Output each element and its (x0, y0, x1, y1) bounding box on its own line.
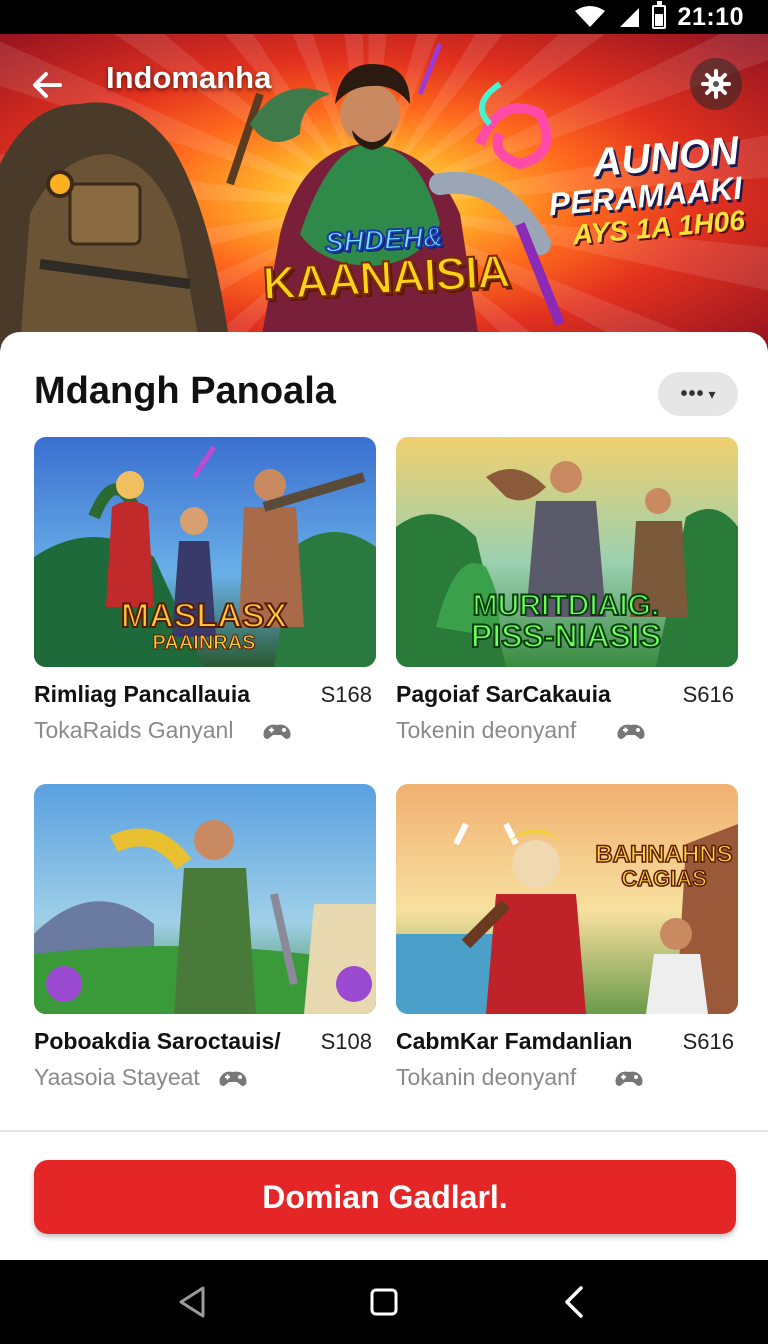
back-arrow-icon (33, 72, 62, 98)
controller-icon (263, 724, 291, 739)
controller-icon (615, 1071, 643, 1086)
card-art-title-line-1: MASLASX (121, 597, 288, 635)
logo-line-2: KAANAISIA (261, 244, 512, 311)
game-card-price: S168 (320, 682, 372, 707)
card-art-title-line-2: PISS-NIASIS (471, 618, 661, 654)
back-button[interactable] (24, 62, 70, 108)
game-card[interactable]: MASLASX PAAINRAS Rimliag Pancallauia S16… (34, 437, 376, 757)
game-card-image[interactable]: MURITDIAIG. PISS-NIASIS (396, 437, 738, 667)
primary-action-button[interactable]: Domian Gadlarl. (34, 1160, 736, 1234)
gear-icon (701, 69, 731, 99)
promo-text: AUNON PERAMAAKI AYS 1A 1H06 (544, 129, 746, 251)
signal-icon (619, 8, 639, 27)
battery-icon (651, 1, 666, 29)
game-card[interactable]: MURITDIAIG. PISS-NIASIS Pagoiaf SarCakau… (396, 437, 738, 757)
game-card-subtitle: Tokenin deonyanf (396, 717, 577, 743)
game-card-price: S616 (682, 1029, 734, 1054)
more-dots-icon: ••• (680, 382, 705, 405)
game-card-subtitle: Yaasoia Stayeat (34, 1064, 200, 1090)
game-card[interactable]: Poboakdia Saroctauis/ S108 Yaasoia Staye… (34, 784, 376, 1104)
game-card-subtitle: TokaRaids Ganyanl (34, 717, 234, 743)
chevron-down-icon: ▾ (708, 385, 716, 402)
nav-home-button[interactable] (364, 1282, 404, 1322)
wifi-icon (574, 6, 605, 27)
hero-banner[interactable]: Indomanha SHDEH& KAANAISIA AUNON PERAMAA… (0, 34, 768, 346)
nav-back-icon (179, 1286, 205, 1318)
game-card[interactable]: BAHNAHNS CAGIAS CabmKar Famdanlian S616 … (396, 784, 738, 1104)
controller-icon (219, 1071, 247, 1086)
card-art-title-line-2: PAAINRAS (153, 632, 256, 654)
card-art-title-line-2: CAGIAS (621, 866, 707, 891)
game-card-title: CabmKar Famdanlian (396, 1028, 633, 1054)
nav-recents-button[interactable] (554, 1282, 594, 1322)
game-card-image[interactable]: MASLASX PAAINRAS (34, 437, 376, 667)
card-art-title-line-1: BAHNAHNS (595, 841, 732, 868)
game-card-image[interactable] (34, 784, 376, 1014)
game-card-title: Poboakdia Saroctauis/ (34, 1028, 281, 1054)
game-logo: SHDEH& KAANAISIA (260, 220, 512, 311)
content-sheet: Mdangh Panoala ••• ▾ MASLASX PAAINRAS Ri… (0, 332, 768, 1260)
status-time: 21:10 (677, 2, 744, 31)
controller-icon (617, 724, 645, 739)
status-bar: 21:10 (0, 0, 768, 34)
nav-recents-icon (565, 1286, 583, 1318)
nav-back-button[interactable] (172, 1282, 212, 1322)
game-card-title: Pagoiaf SarCakauia (396, 681, 611, 707)
game-card-subtitle: Tokanin deonyanf (396, 1064, 577, 1090)
settings-button[interactable] (690, 58, 742, 110)
game-card-price: S108 (320, 1029, 372, 1054)
app-title: Indomanha (106, 60, 272, 95)
nav-home-icon (370, 1288, 398, 1316)
game-card-image[interactable]: BAHNAHNS CAGIAS (396, 784, 738, 1014)
status-icons: 21:10 (574, 0, 744, 34)
more-options-button[interactable]: ••• ▾ (658, 372, 738, 416)
system-nav-bar (0, 1260, 768, 1344)
game-card-price: S616 (682, 682, 734, 707)
section-title: Mdangh Panoala (34, 370, 336, 412)
divider (0, 1130, 768, 1132)
game-card-title: Rimliag Pancallauia (34, 681, 251, 707)
